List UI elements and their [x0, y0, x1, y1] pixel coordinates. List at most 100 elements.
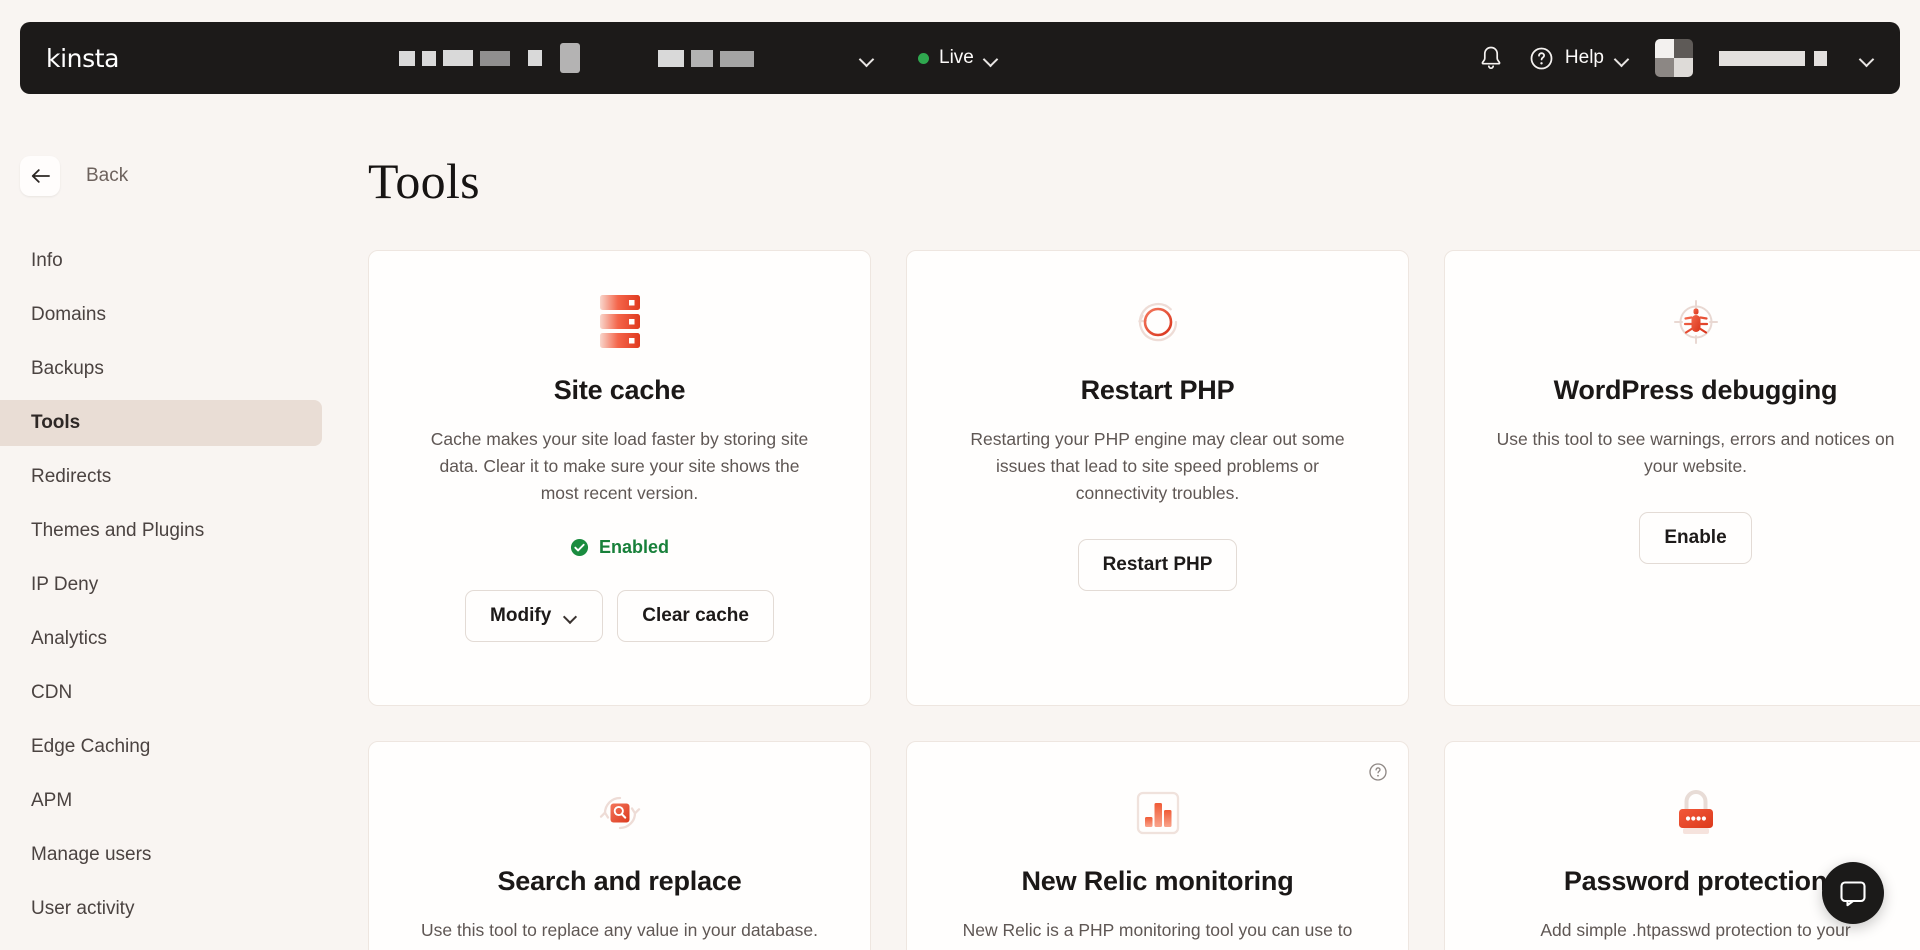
sidebar-item-label: Manage users [31, 844, 151, 866]
back-navigation[interactable]: Back [20, 156, 322, 196]
sidebar-item-cdn[interactable]: CDN [0, 670, 322, 716]
padlock-icon [1670, 784, 1722, 842]
restart-php-label: Restart PHP [1103, 554, 1213, 576]
card-title: New Relic monitoring [1021, 866, 1293, 897]
environment-switcher[interactable]: Live [918, 47, 998, 69]
tool-card-restart-php: Restart PHP Restarting your PHP engine m… [906, 250, 1409, 706]
back-button[interactable] [20, 156, 60, 196]
status-badge: Enabled [570, 537, 669, 558]
account-menu[interactable] [1719, 51, 1874, 66]
chevron-down-icon [565, 612, 578, 621]
sidebar-item-themes-and-plugins[interactable]: Themes and Plugins [0, 508, 322, 554]
site-selector[interactable] [399, 43, 874, 73]
sidebar-item-tools[interactable]: Tools [0, 400, 322, 446]
restart-php-button[interactable]: Restart PHP [1078, 539, 1238, 591]
bar-chart-icon [1131, 784, 1185, 842]
sidebar-item-label: Themes and Plugins [31, 520, 204, 542]
modify-button[interactable]: Modify [465, 590, 603, 642]
card-title: Search and replace [497, 866, 741, 897]
power-restart-icon [1129, 293, 1187, 351]
bell-icon[interactable] [1479, 45, 1503, 71]
chevron-down-icon[interactable] [1615, 54, 1629, 63]
card-description: Use this tool to see warnings, errors an… [1496, 426, 1896, 480]
environment-label: Live [939, 47, 974, 69]
bug-target-icon [1667, 293, 1725, 351]
sidebar-item-label: CDN [31, 682, 72, 704]
avatar[interactable] [1655, 39, 1693, 77]
card-description: Restarting your PHP engine may clear out… [958, 426, 1358, 507]
sidebar-item-label: Backups [31, 358, 104, 380]
sidebar-item-manage-users[interactable]: Manage users [0, 832, 322, 878]
sidebar-nav: Info Domains Backups Tools Redirects The… [0, 238, 322, 932]
site-name-redacted-2 [528, 50, 542, 66]
card-title: Restart PHP [1081, 375, 1235, 406]
top-bar-right-cluster: Help [1479, 39, 1874, 77]
sidebar-item-edge-caching[interactable]: Edge Caching [0, 724, 322, 770]
top-navigation-bar: kinsta Live [20, 22, 1900, 94]
card-actions: Enable [1639, 512, 1751, 564]
sidebar-item-analytics[interactable]: Analytics [0, 616, 322, 662]
sidebar-item-backups[interactable]: Backups [0, 346, 322, 392]
card-actions: Restart PHP [1078, 539, 1238, 591]
card-description: Add simple .htpasswd protection to your … [1496, 917, 1896, 950]
back-label: Back [86, 165, 128, 187]
search-replace-icon [591, 784, 649, 842]
sidebar-item-label: User activity [31, 898, 134, 920]
chevron-down-icon[interactable] [984, 54, 998, 63]
sidebar: Back Info Domains Backups Tools Redirect… [0, 112, 322, 950]
clear-cache-button[interactable]: Clear cache [617, 590, 774, 642]
page-root: kinsta Live [0, 0, 1920, 950]
sidebar-item-label: APM [31, 790, 72, 812]
status-dot-live [918, 53, 929, 64]
main-content: Tools [322, 112, 1920, 950]
chevron-down-icon[interactable] [1860, 54, 1874, 63]
chat-launcher-button[interactable] [1822, 862, 1884, 924]
chevron-down-icon[interactable] [860, 54, 874, 63]
environment-name-redacted [658, 50, 754, 67]
chat-bubble-icon [1838, 878, 1868, 908]
clear-cache-label: Clear cache [642, 605, 749, 627]
sidebar-item-apm[interactable]: APM [0, 778, 322, 824]
enable-button[interactable]: Enable [1639, 512, 1751, 564]
sidebar-item-user-activity[interactable]: User activity [0, 886, 322, 932]
card-description: Use this tool to replace any value in yo… [420, 917, 820, 950]
sidebar-item-domains[interactable]: Domains [0, 292, 322, 338]
server-stack-icon [597, 293, 643, 351]
tool-card-new-relic-monitoring: New Relic monitoring New Relic is a PHP … [906, 741, 1409, 950]
sidebar-item-label: Analytics [31, 628, 107, 650]
enable-label: Enable [1664, 527, 1726, 549]
sidebar-item-label: Tools [31, 412, 80, 434]
sidebar-item-info[interactable]: Info [0, 238, 322, 284]
sidebar-item-redirects[interactable]: Redirects [0, 454, 322, 500]
check-circle-icon [570, 538, 589, 557]
help-button[interactable]: Help [1529, 46, 1629, 71]
account-name-redacted [1719, 51, 1805, 66]
sidebar-item-label: Info [31, 250, 63, 272]
status-label: Enabled [599, 537, 669, 558]
account-name-redacted-2 [1814, 51, 1827, 66]
sidebar-item-label: IP Deny [31, 574, 98, 596]
tool-card-wordpress-debugging: WordPress debugging Use this tool to see… [1444, 250, 1920, 706]
arrow-left-icon [31, 168, 50, 184]
card-title: Password protection [1564, 866, 1827, 897]
tool-card-site-cache: Site cache Cache makes your site load fa… [368, 250, 871, 706]
sidebar-item-ip-deny[interactable]: IP Deny [0, 562, 322, 608]
card-description: New Relic is a PHP monitoring tool you c… [958, 917, 1358, 950]
card-title: Site cache [554, 375, 686, 406]
page-title: Tools [368, 152, 1892, 210]
tool-card-search-and-replace: Search and replace Use this tool to repl… [368, 741, 871, 950]
sidebar-item-label: Redirects [31, 466, 111, 488]
sidebar-item-label: Edge Caching [31, 736, 150, 758]
tools-grid: Site cache Cache makes your site load fa… [368, 250, 1892, 950]
kinsta-logo[interactable]: kinsta [46, 44, 119, 73]
site-avatar-redacted [560, 43, 580, 73]
card-description: Cache makes your site load faster by sto… [420, 426, 820, 507]
sidebar-item-label: Domains [31, 304, 106, 326]
help-label: Help [1565, 47, 1604, 69]
card-title: WordPress debugging [1554, 375, 1838, 406]
question-mark-icon[interactable] [1368, 762, 1388, 782]
site-name-redacted [399, 50, 510, 66]
question-mark-circle-icon [1529, 46, 1554, 71]
card-actions: Modify Clear cache [465, 590, 774, 642]
modify-label: Modify [490, 605, 551, 627]
